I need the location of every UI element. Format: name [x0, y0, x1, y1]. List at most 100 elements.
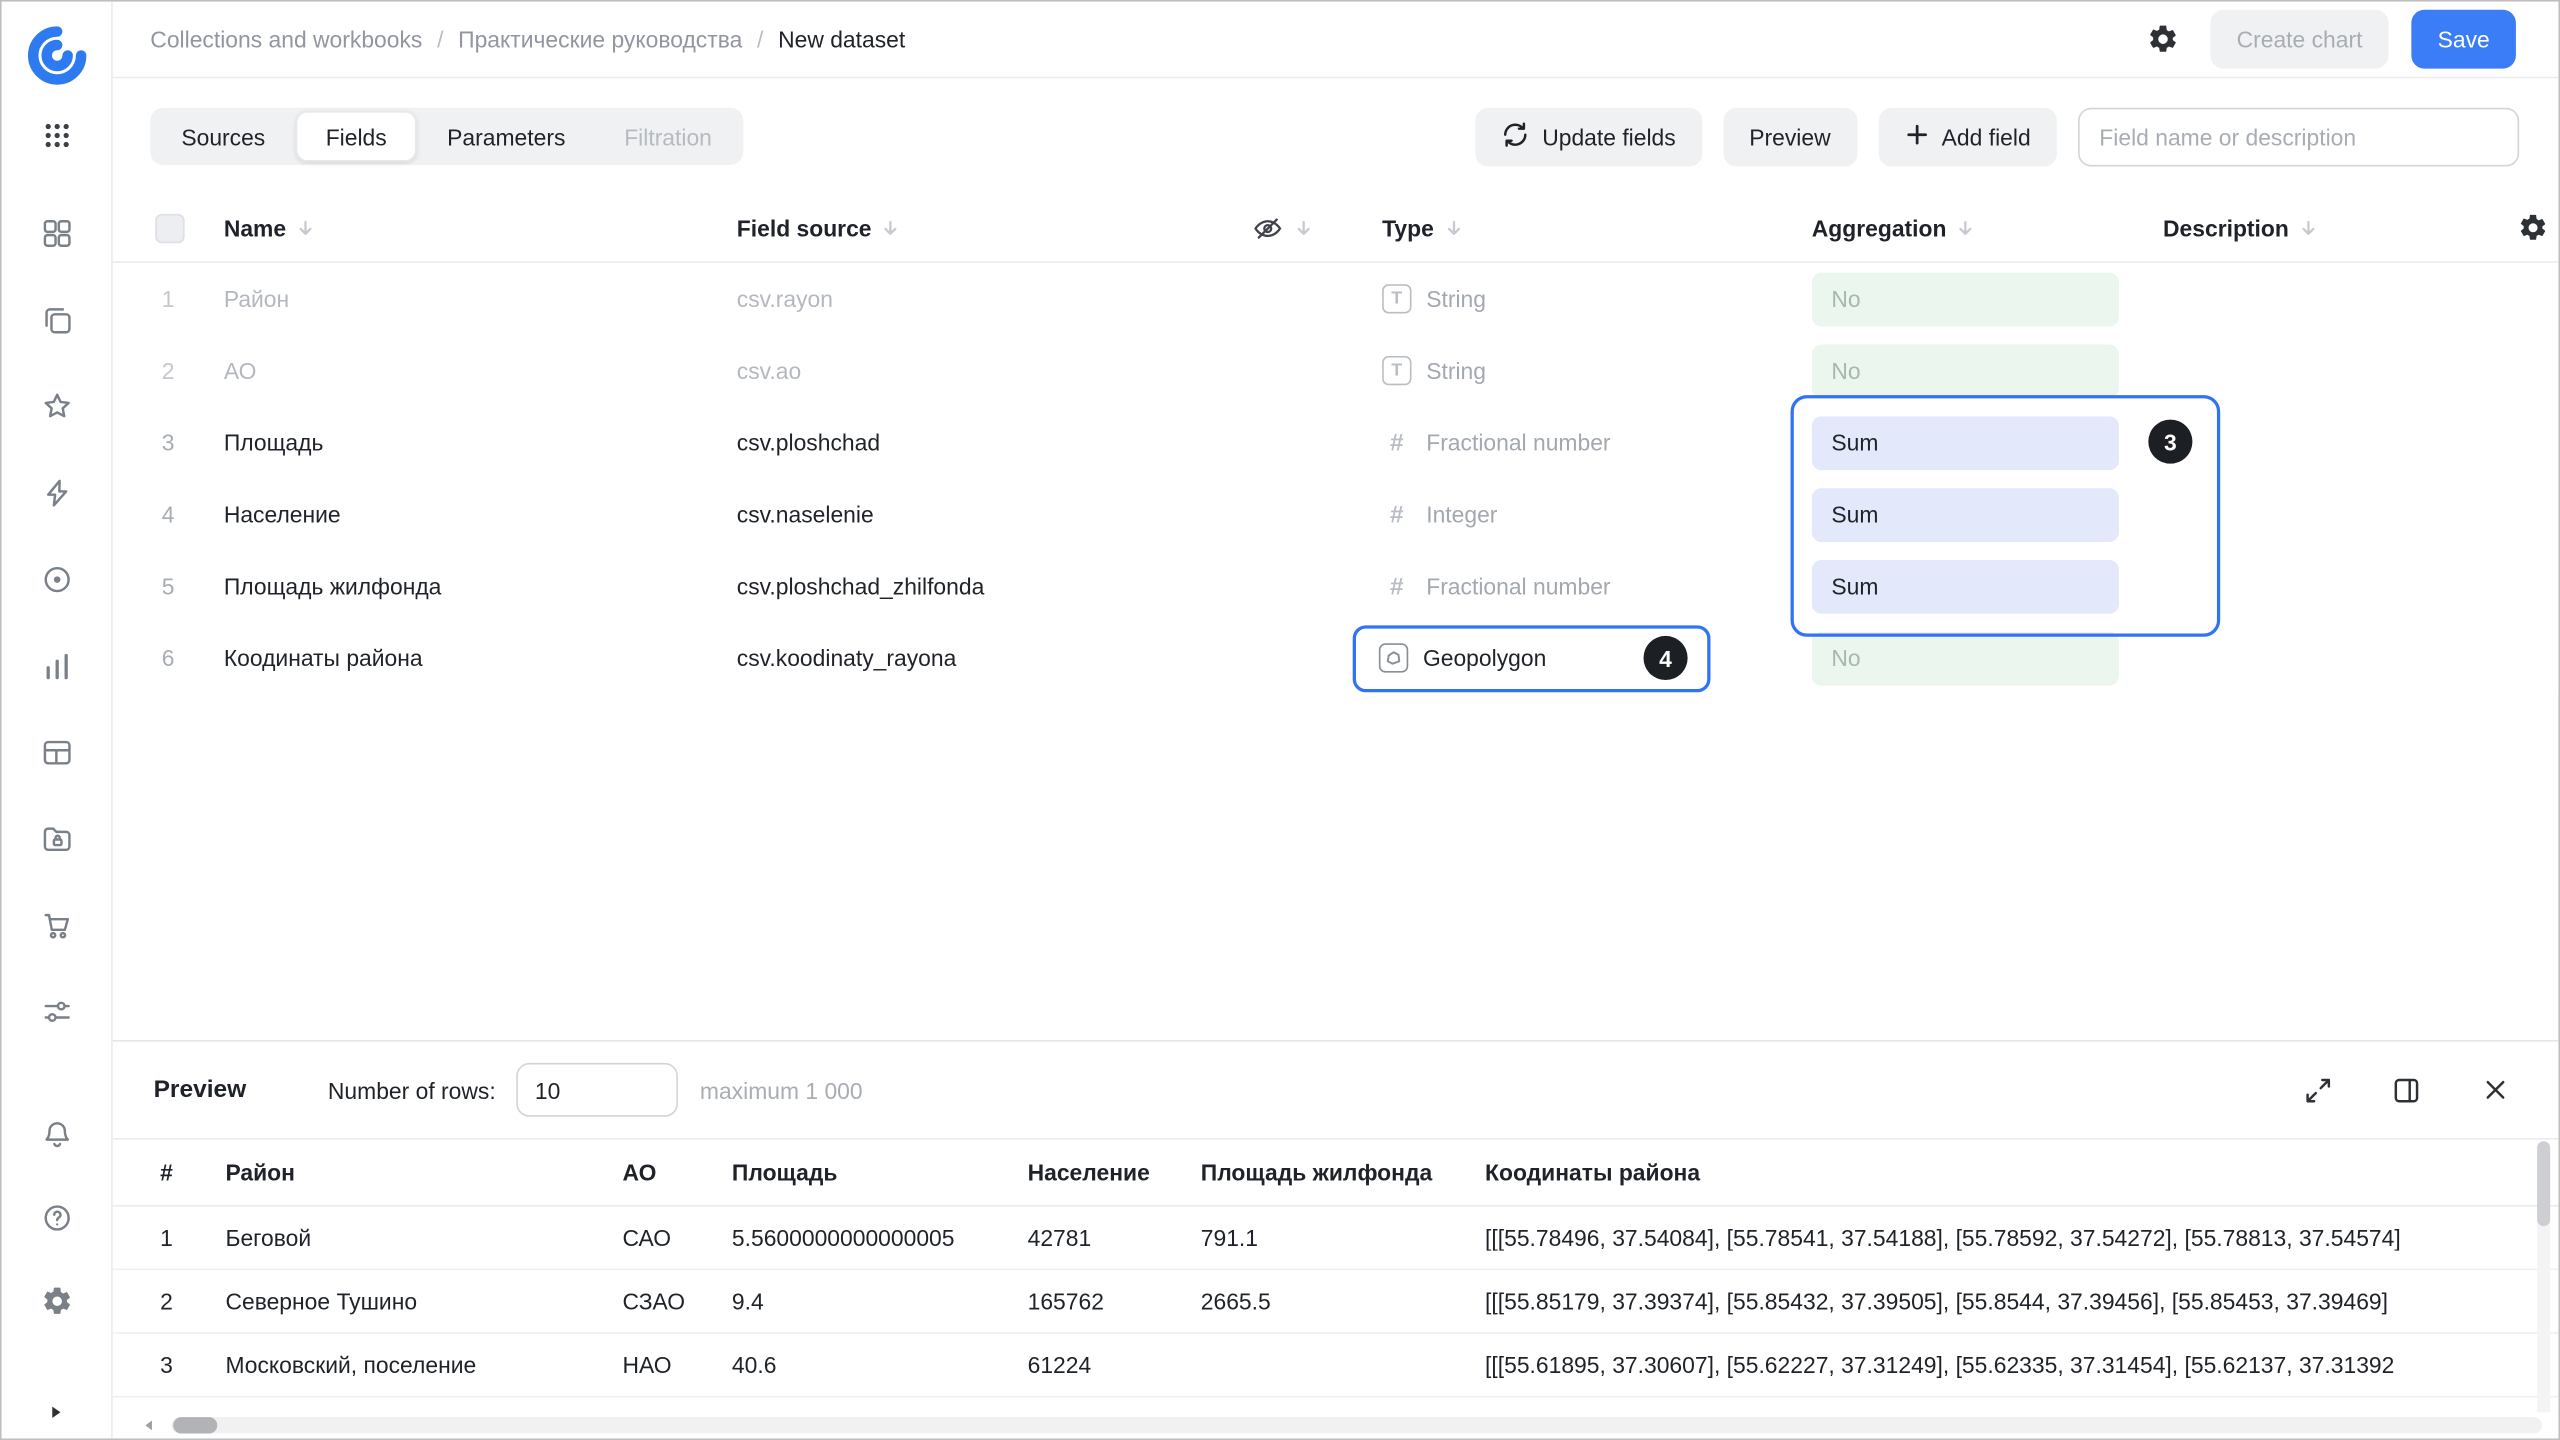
- preview-col-index: #: [113, 1159, 226, 1185]
- column-header-name[interactable]: Name: [224, 215, 737, 241]
- field-row[interactable]: 5 Площадь жилфонда csv.ploshchad_zhilfon…: [113, 550, 2559, 622]
- field-type[interactable]: T String: [1382, 356, 1812, 385]
- table-settings-gear-icon[interactable]: [2506, 212, 2558, 243]
- aggregation-select[interactable]: No: [1812, 344, 2119, 398]
- column-header-hidden[interactable]: [1251, 211, 1382, 244]
- field-type[interactable]: # Fractional number: [1382, 429, 1812, 457]
- preview-cell: 791.1: [1201, 1225, 1485, 1251]
- sidebar-nav: [37, 214, 76, 1032]
- column-header-source[interactable]: Field source: [737, 215, 1252, 241]
- preview-panel: Preview Number of rows: maximum 1 000: [113, 1040, 2559, 1416]
- field-type[interactable]: Geopolygon 4: [1382, 625, 1812, 692]
- connections-icon[interactable]: [37, 473, 76, 512]
- favorites-star-icon[interactable]: [37, 387, 76, 426]
- aggregation-select[interactable]: Sum: [1812, 416, 2119, 470]
- datalens-logo-icon[interactable]: [16, 15, 98, 97]
- dataset-settings-gear-icon[interactable]: [2139, 15, 2188, 64]
- aggregation-select[interactable]: No: [1812, 631, 2119, 685]
- horizontal-scrollbar[interactable]: [113, 1412, 2559, 1438]
- marketplace-cart-icon[interactable]: [37, 906, 76, 945]
- preview-cell: СЗАО: [622, 1288, 731, 1314]
- secure-folder-icon[interactable]: [37, 820, 76, 859]
- dataset-toolbar: Sources Fields Parameters Filtration Upd…: [113, 78, 2559, 194]
- aggregation-value: No: [1831, 286, 1860, 312]
- aggregation-select[interactable]: Sum: [1812, 559, 2119, 613]
- breadcrumb-workbook[interactable]: Практические руководства: [458, 26, 742, 52]
- field-source: csv.ploshchad_zhilfonda: [737, 573, 1252, 599]
- string-type-icon: T: [1382, 356, 1411, 385]
- field-row[interactable]: 2 АО csv.ao T String No: [113, 335, 2559, 407]
- scrollbar-thumb[interactable]: [173, 1417, 217, 1433]
- collections-icon[interactable]: [37, 300, 76, 339]
- preview-cell: [[[55.85179, 37.39374], [55.85432, 37.39…: [1485, 1288, 2558, 1314]
- preview-table-header: # Район АО Площадь Население Площадь жил…: [113, 1138, 2559, 1207]
- row-number: 4: [113, 501, 224, 527]
- help-icon[interactable]: [37, 1198, 76, 1237]
- scrollbar-thumb[interactable]: [2537, 1141, 2550, 1226]
- field-source: csv.ao: [737, 358, 1252, 384]
- field-type-label: Geopolygon: [1423, 645, 1546, 671]
- services-settings-icon[interactable]: [37, 993, 76, 1032]
- sidebar-bottom: [37, 1115, 76, 1321]
- save-button[interactable]: Save: [2411, 10, 2515, 69]
- geopolygon-type-highlight[interactable]: Geopolygon 4: [1353, 625, 1711, 692]
- expand-preview-icon[interactable]: [2294, 1065, 2343, 1114]
- preview-cell: 40.6: [732, 1352, 1028, 1378]
- field-name: Район: [224, 286, 737, 312]
- scrollbar-track[interactable]: [172, 1417, 2542, 1433]
- preview-toggle-button[interactable]: Preview: [1723, 107, 1857, 166]
- tables-icon[interactable]: [37, 733, 76, 772]
- create-chart-button[interactable]: Create chart: [2210, 10, 2388, 69]
- sort-arrow-icon: [296, 218, 316, 238]
- aggregation-select[interactable]: Sum: [1812, 487, 2119, 541]
- field-type[interactable]: # Fractional number: [1382, 572, 1812, 600]
- field-type[interactable]: T String: [1382, 284, 1812, 313]
- column-header-aggregation[interactable]: Aggregation: [1812, 215, 2163, 241]
- select-all-checkbox[interactable]: [155, 213, 184, 242]
- datasets-icon[interactable]: [37, 560, 76, 599]
- add-field-button[interactable]: Add field: [1878, 107, 2057, 166]
- preview-row: 2 Северное Тушино СЗАО 9.4 165762 2665.5…: [113, 1270, 2559, 1334]
- column-header-description[interactable]: Description: [2163, 215, 2506, 241]
- preview-cell: 5.5600000000000005: [732, 1225, 1028, 1251]
- field-type[interactable]: # Integer: [1382, 500, 1812, 528]
- preview-cell: [[[55.61895, 37.30607], [55.62227, 37.31…: [1485, 1352, 2558, 1378]
- field-row[interactable]: 1 Район csv.rayon T String No: [113, 263, 2559, 335]
- breadcrumb-collections[interactable]: Collections and workbooks: [150, 26, 422, 52]
- notifications-bell-icon[interactable]: [37, 1115, 76, 1154]
- type-header-label: Type: [1382, 215, 1434, 241]
- split-view-icon[interactable]: [2382, 1065, 2431, 1114]
- preview-vertical-scrollbar[interactable]: [2537, 1141, 2550, 1419]
- preview-header: Preview Number of rows: maximum 1 000: [113, 1042, 2559, 1138]
- breadcrumb-separator: /: [437, 26, 443, 52]
- close-preview-icon[interactable]: [2470, 1065, 2519, 1114]
- field-type-label: String: [1426, 358, 1486, 384]
- tab-filtration[interactable]: Filtration: [596, 111, 739, 162]
- breadcrumb-current: New dataset: [778, 26, 905, 52]
- aggregation-value: Sum: [1831, 429, 1878, 455]
- preview-cell: НАО: [622, 1352, 731, 1378]
- rows-count-input[interactable]: [517, 1063, 679, 1117]
- dashboards-icon[interactable]: [37, 214, 76, 253]
- preview-col-naselenie: Население: [1028, 1159, 1201, 1185]
- aggregation-header-label: Aggregation: [1812, 215, 1947, 241]
- tab-sources[interactable]: Sources: [154, 111, 293, 162]
- sidebar-settings-gear-icon[interactable]: [37, 1282, 76, 1321]
- aggregation-value: Sum: [1831, 501, 1878, 527]
- field-row[interactable]: 4 Население csv.naselenie # Integer Sum: [113, 478, 2559, 550]
- scroll-left-arrow-icon[interactable]: [142, 1419, 155, 1432]
- preview-cell: [[[55.78496, 37.54084], [55.78541, 37.54…: [1485, 1225, 2558, 1251]
- charts-icon[interactable]: [37, 647, 76, 686]
- preview-col-ao: АО: [622, 1159, 731, 1185]
- column-header-type[interactable]: Type: [1382, 215, 1812, 241]
- tab-fields[interactable]: Fields: [296, 111, 416, 162]
- field-search-input[interactable]: [2078, 107, 2519, 166]
- sidebar-collapse-icon[interactable]: [47, 1399, 63, 1428]
- app-switcher-icon[interactable]: [33, 113, 79, 159]
- aggregation-select[interactable]: No: [1812, 272, 2119, 326]
- update-fields-button[interactable]: Update fields: [1475, 107, 1702, 166]
- tab-parameters[interactable]: Parameters: [419, 111, 593, 162]
- field-row[interactable]: 6 Коодинаты района csv.koodinaty_rayona …: [113, 622, 2559, 694]
- row-number: 2: [113, 358, 224, 384]
- field-name: Площадь: [224, 429, 737, 455]
